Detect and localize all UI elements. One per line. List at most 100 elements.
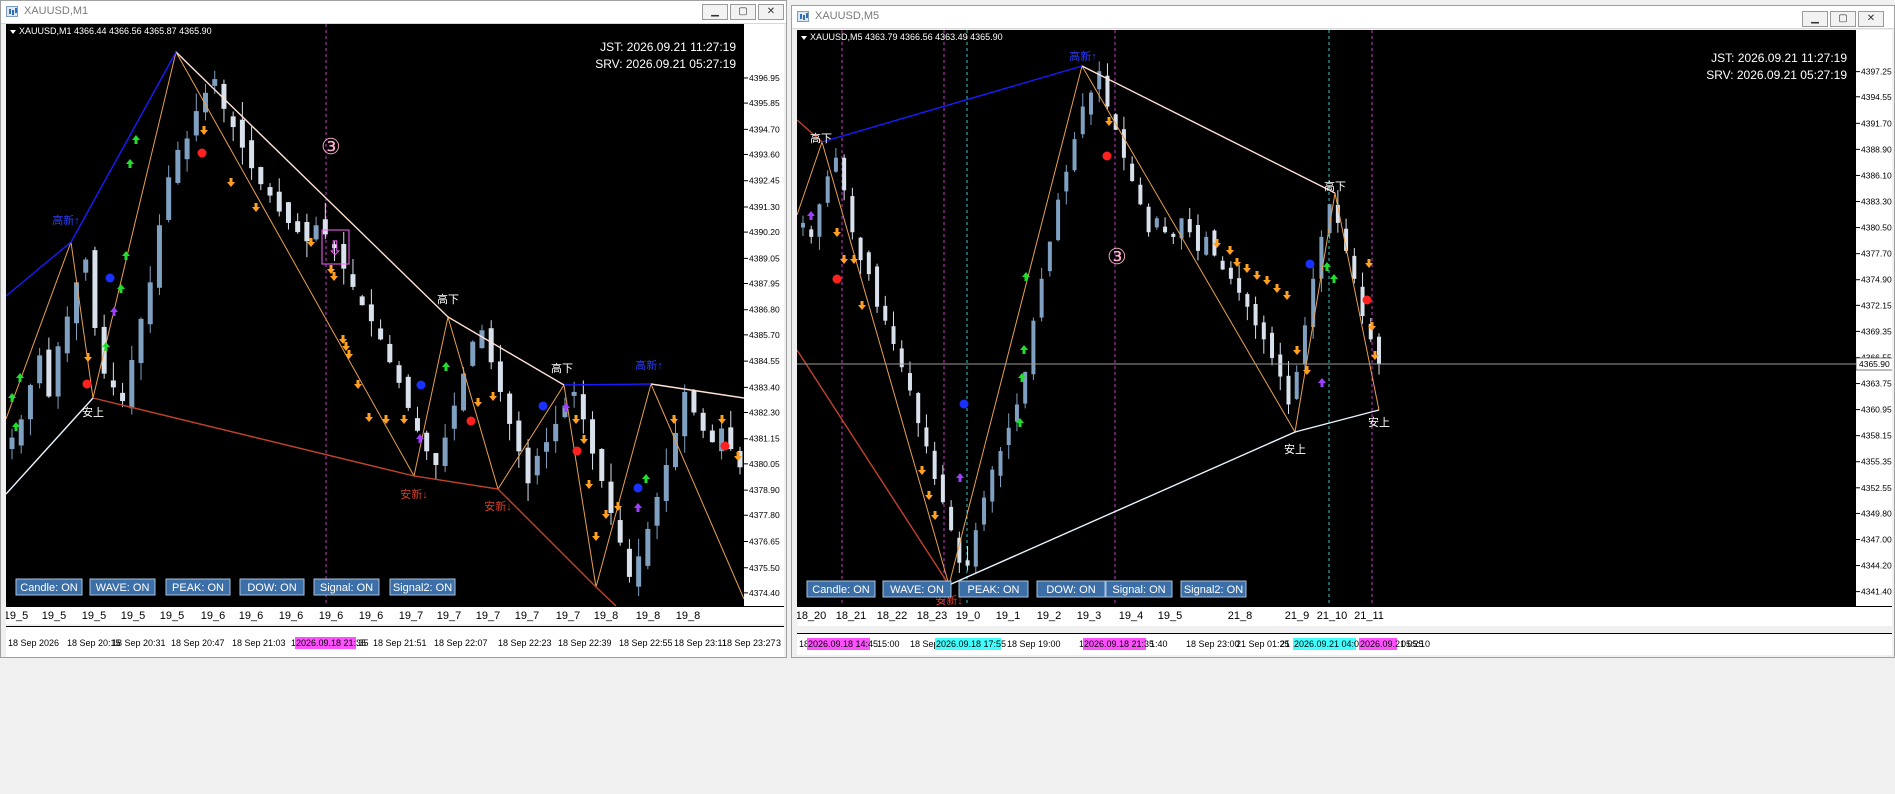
minimize-button[interactable]: ▁: [702, 4, 728, 20]
candle-body: [1302, 325, 1307, 364]
sell-signal-dot: [1362, 295, 1372, 305]
candle-body: [924, 427, 929, 447]
candle-body: [350, 274, 356, 287]
time-axis[interactable]: 18 2026.09.18 14:45 15:00 18 Sep 1 2026.09.1…: [797, 633, 1892, 655]
wave-index-label: 19_6: [201, 610, 225, 622]
signal-up-arrow: [122, 251, 130, 260]
candle-body: [239, 119, 245, 148]
time-axis[interactable]: 18 Sep 2026 18 Sep 20:15 18 Sep 20:31 18 Se…: [6, 626, 784, 657]
price-tick-label: 4395.85: [749, 98, 780, 108]
candle-body: [990, 469, 995, 502]
dow-swing-label: 安上: [1284, 442, 1306, 456]
time-label: 18 Sep 2026: [8, 638, 59, 648]
candles-group: [801, 61, 1381, 574]
signal-down-arrow: [365, 413, 373, 422]
price-tick-label: 4386.80: [749, 305, 780, 315]
chart-menu-icon: [10, 30, 16, 34]
price-axis[interactable]: 4396.95 4395.85 4394.70 4393.60 4392.45 4391.…: [744, 24, 784, 606]
time-label: 18 Sep 23:11: [674, 638, 727, 648]
candle-body: [1204, 236, 1209, 255]
candle-body: [488, 328, 494, 363]
price-tick-label: 4355.35: [1861, 457, 1892, 467]
price-axis[interactable]: 4397.25 4394.55 4391.70 4388.90 4386.10 4383.…: [1856, 30, 1892, 606]
candle-body: [470, 341, 476, 366]
signal-down-arrow: [833, 228, 841, 237]
candle-body: [543, 442, 549, 452]
price-tick-label: 4377.80: [749, 510, 780, 520]
candle-body: [442, 437, 448, 466]
close-button[interactable]: ✕: [1858, 11, 1884, 27]
chart-window-m1[interactable]: XAUUSD,M1 ▁ ▢ ✕ XAUUSD,M1 4366.44 4366.5…: [0, 0, 787, 658]
wave-index-label: 19_4: [1119, 610, 1143, 622]
toggle-button-label: Signal: ON: [320, 582, 373, 594]
price-chart-area[interactable]: XAUUSD,M1 4366.44 4366.56 4365.87 4365.9…: [6, 24, 744, 606]
candle-body: [267, 187, 273, 196]
window-titlebar[interactable]: XAUUSD,M1 ▁ ▢ ✕: [1, 1, 786, 24]
time-label: 18 Sep 21:03: [232, 638, 286, 648]
signal-down-arrow: [718, 415, 726, 424]
candle-body: [110, 380, 116, 388]
wave-index-label: 19_5: [160, 610, 184, 622]
candle-body: [1047, 241, 1052, 272]
candle-body: [1154, 218, 1159, 228]
candle-body: [1220, 260, 1225, 270]
dow-swing-label: 高下: [437, 292, 459, 306]
candle-body: [507, 393, 513, 424]
wave-index-label: 21_9: [1285, 610, 1309, 622]
candle-body: [295, 221, 301, 233]
wave-index-label: 19_5: [6, 610, 28, 622]
chart-window-m5[interactable]: XAUUSD,M5 ▁ ▢ ✕ XAUUSD,M5 4363.79 4366.5…: [791, 5, 1895, 658]
maximize-button[interactable]: ▢: [730, 4, 756, 20]
wave-count-label: ③: [1107, 244, 1127, 269]
maximize-button[interactable]: ▢: [1830, 11, 1856, 27]
price-tick-label: 4384.55: [749, 356, 780, 366]
signal-down-arrow: [1233, 258, 1241, 267]
minimize-button[interactable]: ▁: [1802, 11, 1828, 27]
signal-down-arrow: [1273, 284, 1281, 293]
price-chart-svg: XAUUSD,M5 4363.79 4366.56 4363.49 4365.9…: [797, 30, 1856, 606]
signal-down-arrow: [1283, 291, 1291, 300]
signal-down-arrow: [858, 301, 866, 310]
time-axis-svg: 182026.09.18 14:4515:00 18 Sep 12026.09.1…: [797, 633, 1892, 650]
candle-body: [682, 391, 688, 437]
chart-menu-icon: [801, 36, 807, 40]
price-tick-label: 4394.55: [1861, 92, 1892, 102]
price-chart-area[interactable]: XAUUSD,M5 4363.79 4366.56 4363.49 4365.9…: [797, 30, 1856, 606]
wave-index-label: 19_6: [279, 610, 303, 622]
candle-body: [571, 391, 577, 396]
sell-signal-dot: [1102, 151, 1112, 161]
time-label: 2026.09.18 21:35: [1084, 639, 1154, 649]
signal-down-arrow: [227, 178, 235, 187]
price-tick-label: 4394.70: [749, 124, 780, 134]
candle-body: [672, 433, 678, 468]
close-button[interactable]: ✕: [758, 4, 784, 20]
price-tick-label: 4385.70: [749, 330, 780, 340]
candle-body: [396, 365, 402, 383]
candle-body: [1056, 199, 1061, 241]
candle-body: [74, 282, 80, 324]
candle-body: [1253, 304, 1258, 326]
signal-up-arrow: [126, 159, 134, 168]
candle-body: [120, 392, 126, 402]
candle-body: [525, 447, 531, 484]
signal-up-arrow: [634, 503, 642, 512]
price-tick-label: 4341.40: [1861, 587, 1892, 597]
candle-body: [516, 420, 522, 452]
candle-body: [1121, 129, 1126, 158]
signal-down-arrow: [84, 353, 92, 362]
price-tick-label: 4393.60: [749, 149, 780, 159]
candle-body: [949, 506, 954, 531]
window-titlebar[interactable]: XAUUSD,M5 ▁ ▢ ✕: [792, 6, 1894, 29]
wave-label-svg: 19_5 19_5 19_5 19_5 19_5 19_6 19_6 19_6 19_6 19_6…: [6, 606, 784, 622]
signal-up-arrow: [132, 135, 140, 144]
price-tick-label: 4375.50: [749, 563, 780, 573]
time-label: 18 Sep 22:23: [498, 638, 552, 648]
candle-body: [645, 528, 651, 566]
signal-up-arrow: [807, 211, 815, 220]
candle-body: [1039, 278, 1044, 318]
wave-index-label: 19_6: [239, 610, 263, 622]
dow-swing-label: 高新↑: [1069, 49, 1097, 63]
signal-down-arrow: [925, 491, 933, 500]
signal-down-arrow: [572, 415, 580, 424]
price-tick-label: 4382.30: [749, 407, 780, 417]
